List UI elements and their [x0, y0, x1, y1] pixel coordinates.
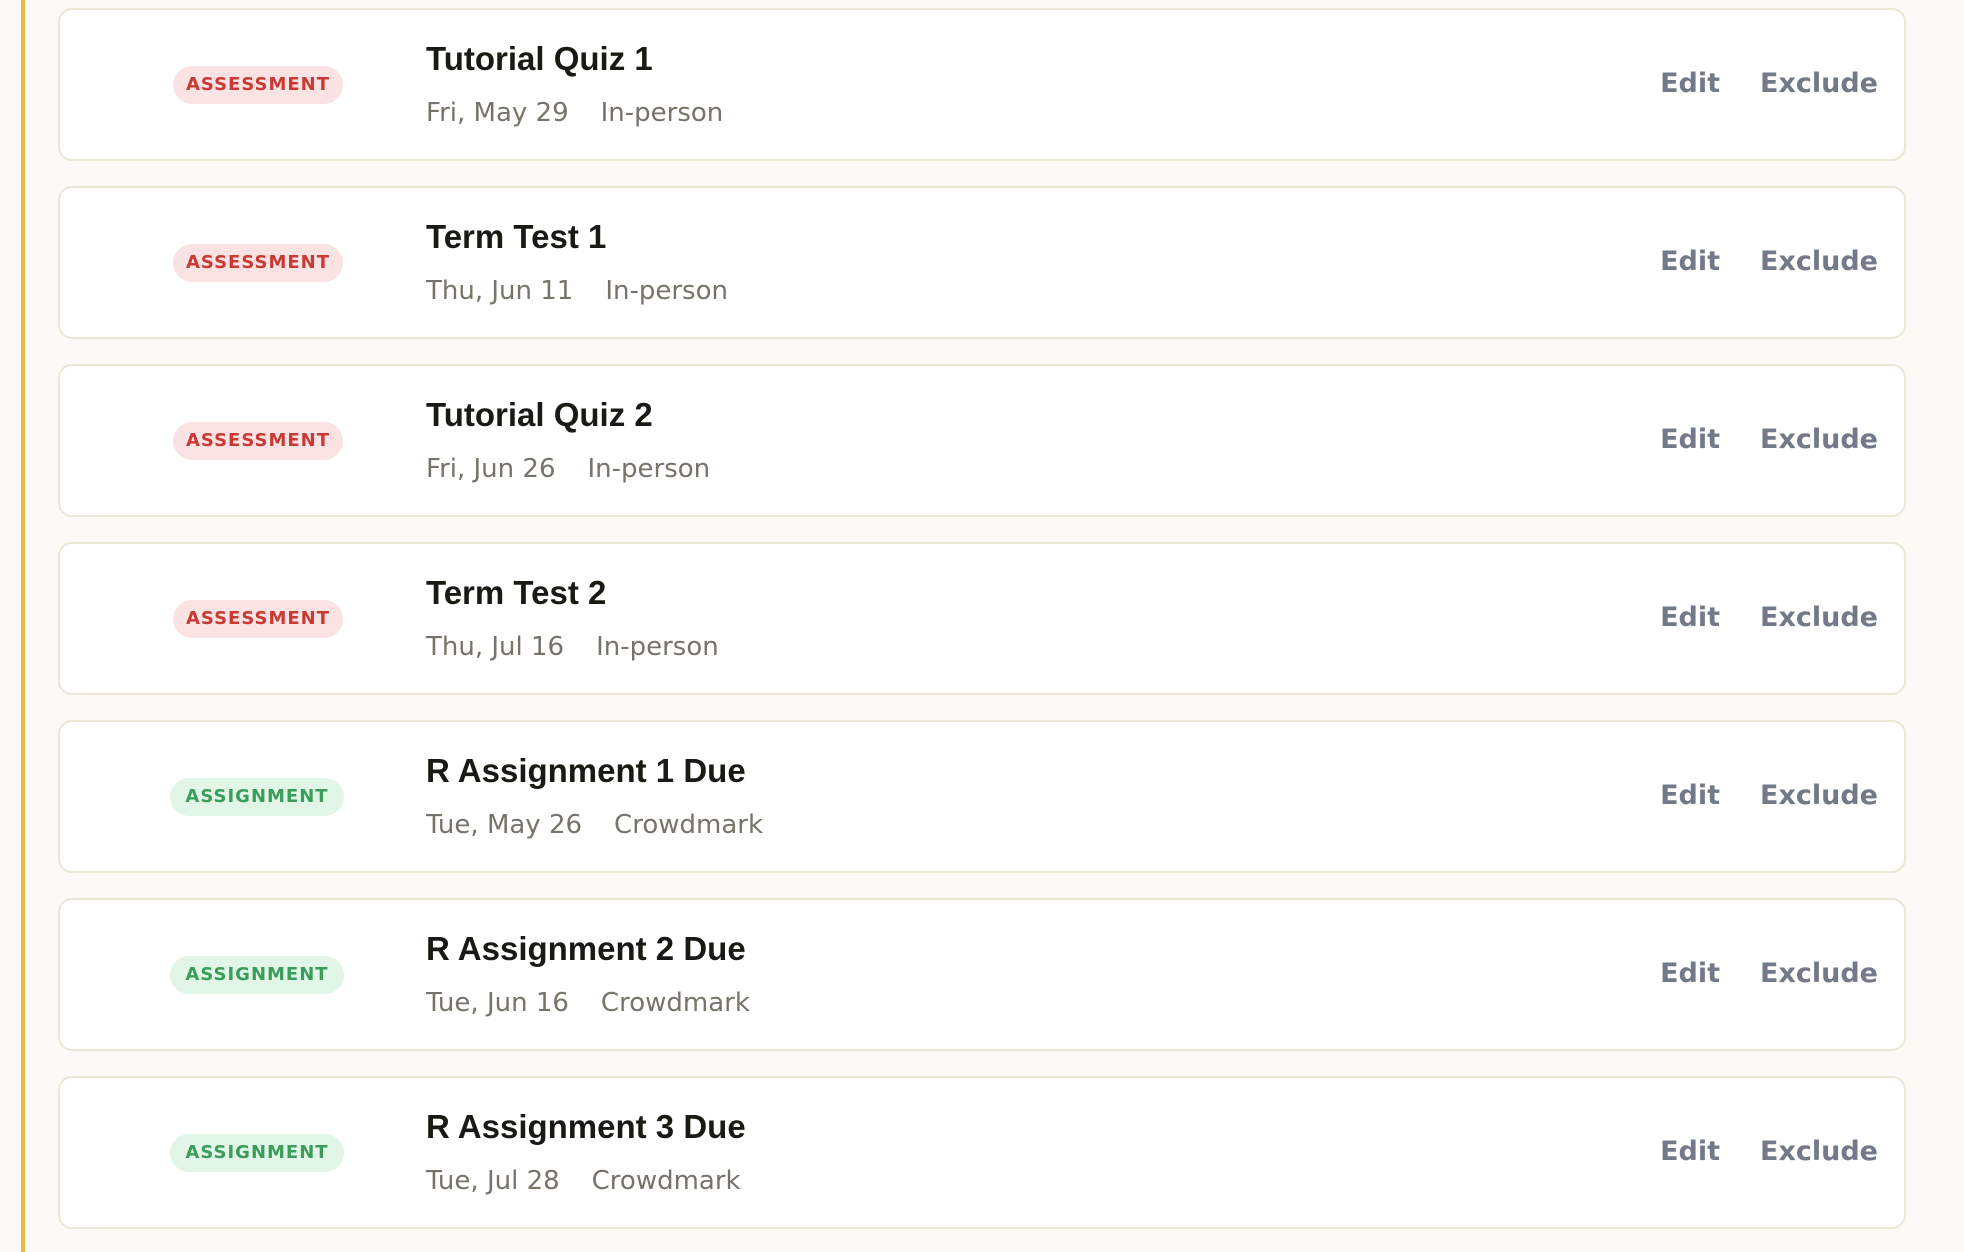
event-actions: Edit Exclude [1660, 424, 1878, 455]
event-meta: Tue, May 26 Crowdmark [426, 810, 763, 840]
event-meta: Tue, Jun 16 Crowdmark [426, 988, 750, 1018]
exclude-button[interactable]: Exclude [1760, 424, 1878, 455]
event-card: ASSIGNMENT R Assignment 3 Due Tue, Jul 2… [58, 1076, 1906, 1229]
type-badge: ASSESSMENT [173, 422, 343, 460]
event-meta: Thu, Jul 16 In-person [426, 632, 719, 662]
edit-button[interactable]: Edit [1660, 246, 1720, 277]
event-list-page: ASSESSMENT Tutorial Quiz 1 Fri, May 29 I… [0, 0, 1964, 1252]
event-meta: Fri, May 29 In-person [426, 98, 723, 128]
event-title: Term Test 1 [426, 218, 607, 255]
edit-button[interactable]: Edit [1660, 958, 1720, 989]
type-badge: ASSIGNMENT [170, 778, 344, 816]
event-title: Term Test 2 [426, 574, 607, 611]
type-badge: ASSESSMENT [173, 600, 343, 638]
event-location: In-person [600, 98, 724, 128]
event-title: R Assignment 3 Due [426, 1108, 746, 1145]
event-meta: Thu, Jun 11 In-person [426, 276, 728, 306]
event-actions: Edit Exclude [1660, 780, 1878, 811]
event-location: Crowdmark [600, 988, 750, 1018]
event-location: In-person [587, 454, 711, 484]
event-meta: Tue, Jul 28 Crowdmark [426, 1166, 741, 1196]
type-badge: ASSIGNMENT [170, 1134, 344, 1172]
event-date: Fri, May 29 [426, 98, 569, 128]
event-date: Tue, Jul 28 [426, 1166, 560, 1196]
event-card-list: ASSESSMENT Tutorial Quiz 1 Fri, May 29 I… [58, 8, 1906, 1229]
event-date: Thu, Jun 11 [426, 276, 574, 306]
event-date: Fri, Jun 26 [426, 454, 556, 484]
exclude-button[interactable]: Exclude [1760, 1136, 1878, 1167]
event-title: Tutorial Quiz 2 [426, 396, 653, 433]
event-card: ASSESSMENT Term Test 1 Thu, Jun 11 In-pe… [58, 186, 1906, 339]
event-location: In-person [596, 632, 719, 662]
event-actions: Edit Exclude [1660, 246, 1878, 277]
event-card: ASSESSMENT Tutorial Quiz 2 Fri, Jun 26 I… [58, 364, 1906, 517]
event-actions: Edit Exclude [1660, 68, 1878, 99]
exclude-button[interactable]: Exclude [1760, 958, 1878, 989]
event-card: ASSESSMENT Tutorial Quiz 1 Fri, May 29 I… [58, 8, 1906, 161]
event-card: ASSIGNMENT R Assignment 2 Due Tue, Jun 1… [58, 898, 1906, 1051]
event-card: ASSESSMENT Term Test 2 Thu, Jul 16 In-pe… [58, 542, 1906, 695]
type-badge: ASSESSMENT [173, 66, 343, 104]
event-date: Tue, May 26 [426, 810, 583, 840]
exclude-button[interactable]: Exclude [1760, 68, 1878, 99]
event-location: Crowdmark [614, 810, 764, 840]
event-title: Tutorial Quiz 1 [426, 40, 653, 77]
type-badge: ASSIGNMENT [170, 956, 344, 994]
exclude-button[interactable]: Exclude [1760, 780, 1878, 811]
event-title: R Assignment 1 Due [426, 752, 746, 789]
event-location: Crowdmark [591, 1166, 741, 1196]
event-date: Thu, Jul 16 [426, 632, 565, 662]
event-date: Tue, Jun 16 [426, 988, 569, 1018]
event-title: R Assignment 2 Due [426, 930, 746, 967]
exclude-button[interactable]: Exclude [1760, 246, 1878, 277]
edit-button[interactable]: Edit [1660, 424, 1720, 455]
accent-rule [21, 0, 25, 1252]
edit-button[interactable]: Edit [1660, 1136, 1720, 1167]
event-actions: Edit Exclude [1660, 1136, 1878, 1167]
event-actions: Edit Exclude [1660, 958, 1878, 989]
edit-button[interactable]: Edit [1660, 780, 1720, 811]
event-location: In-person [605, 276, 728, 306]
exclude-button[interactable]: Exclude [1760, 602, 1878, 633]
event-meta: Fri, Jun 26 In-person [426, 454, 710, 484]
type-badge: ASSESSMENT [173, 244, 343, 282]
event-card: ASSIGNMENT R Assignment 1 Due Tue, May 2… [58, 720, 1906, 873]
edit-button[interactable]: Edit [1660, 68, 1720, 99]
edit-button[interactable]: Edit [1660, 602, 1720, 633]
event-actions: Edit Exclude [1660, 602, 1878, 633]
